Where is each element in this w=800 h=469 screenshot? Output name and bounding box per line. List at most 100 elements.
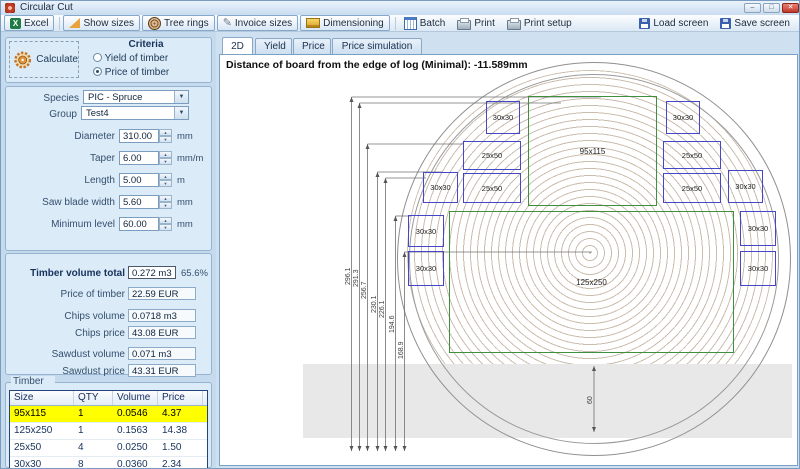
timber-volume-percent: 65.6% bbox=[181, 268, 208, 279]
window-title: Circular Cut bbox=[20, 2, 73, 13]
toolbar-label-tree-rings: Tree rings bbox=[164, 18, 209, 29]
table-row[interactable]: 30x30 8 0.0360 2.34 bbox=[10, 457, 207, 469]
table-row[interactable]: 25x50 4 0.0250 1.50 bbox=[10, 440, 207, 457]
group-dropdown[interactable]: Test4 ▼ bbox=[81, 106, 189, 120]
close-button[interactable]: ✕ bbox=[782, 3, 799, 13]
minimize-button[interactable]: – bbox=[744, 3, 761, 13]
taper-stepper[interactable]: ▲▼ bbox=[159, 151, 172, 165]
table-row[interactable]: 95x115 1 0.0546 4.37 bbox=[10, 406, 207, 423]
chips-volume-value: 0.0718 m3 bbox=[128, 309, 196, 322]
sawdust-volume-value: 0.071 m3 bbox=[128, 347, 196, 360]
pencil-icon: ✎ bbox=[223, 18, 232, 29]
board-30x30: 30x30 bbox=[740, 211, 776, 246]
toolbar-button-excel[interactable]: X Excel bbox=[4, 15, 54, 31]
saw-blade-width-stepper[interactable]: ▲▼ bbox=[159, 195, 172, 209]
radio-icon bbox=[93, 53, 102, 62]
diameter-stepper[interactable]: ▲▼ bbox=[159, 129, 172, 143]
chips-volume-label: Chips volume bbox=[1, 311, 125, 322]
timber-volume-total-value: 0.272 m3 bbox=[128, 266, 176, 279]
toolbar-button-tree-rings[interactable]: Tree rings bbox=[142, 15, 215, 31]
toolbar-label-show-sizes: Show sizes bbox=[83, 18, 134, 29]
floppy-disk-icon bbox=[720, 18, 731, 29]
toolbar-label-batch: Batch bbox=[420, 18, 446, 29]
board-30x30: 30x30 bbox=[408, 215, 444, 247]
diameter-unit: mm bbox=[177, 131, 193, 142]
price-of-timber-label: Price of timber bbox=[1, 289, 125, 300]
board-25x50: 25x50 bbox=[663, 141, 721, 169]
chips-price-label: Chips price bbox=[1, 328, 125, 339]
sawdust-volume-label: Sawdust volume bbox=[1, 349, 125, 360]
chips-price-value: 43.08 EUR bbox=[128, 326, 196, 339]
length-field[interactable]: 5.00 bbox=[119, 173, 159, 187]
board-25x50: 25x50 bbox=[463, 141, 521, 170]
radio-price-of-timber[interactable]: Price of timber bbox=[93, 67, 169, 78]
taper-field[interactable]: 6.00 bbox=[119, 151, 159, 165]
tree-rings-icon bbox=[148, 17, 161, 30]
criteria-title: Criteria bbox=[96, 39, 196, 50]
toolbar-button-invoice-sizes[interactable]: ✎ Invoice sizes bbox=[217, 15, 298, 31]
saw-blade-width-label: Saw blade width bbox=[1, 197, 115, 208]
save-screen-button[interactable]: Save screen bbox=[715, 16, 795, 30]
toolbar-button-batch[interactable]: Batch bbox=[399, 16, 451, 30]
calculate-button[interactable]: Calculate bbox=[9, 41, 79, 78]
app-icon bbox=[5, 3, 15, 13]
toolbar-button-print[interactable]: Print bbox=[452, 16, 500, 30]
toolbar-label-dimensioning: Dimensioning bbox=[323, 18, 384, 29]
minimum-level-field[interactable]: 60.00 bbox=[119, 217, 159, 231]
price-of-timber-value: 22.59 EUR bbox=[128, 287, 196, 300]
board-25x50: 25x50 bbox=[663, 173, 721, 203]
tab-price-simulation[interactable]: Price simulation bbox=[332, 38, 422, 54]
col-volume: Volume bbox=[113, 391, 158, 405]
taper-unit: mm/m bbox=[177, 153, 203, 164]
board-30x30: 30x30 bbox=[666, 101, 700, 134]
minimum-level-stepper[interactable]: ▲▼ bbox=[159, 217, 172, 231]
cant-label: 125x250 bbox=[576, 278, 607, 287]
toolbar-button-print-setup[interactable]: Print setup bbox=[502, 16, 577, 30]
board-30x30: 30x30 bbox=[740, 251, 776, 286]
cant-95x115: 95x115 bbox=[528, 96, 657, 206]
col-price: Price bbox=[158, 391, 203, 405]
title-bar: Circular Cut – □ ✕ bbox=[1, 1, 800, 16]
printer-icon bbox=[457, 20, 471, 30]
toolbar-button-show-sizes[interactable]: Show sizes bbox=[63, 15, 140, 31]
tab-2d[interactable]: 2D bbox=[222, 37, 253, 55]
radio-yield-of-timber[interactable]: Yield of timber bbox=[93, 53, 168, 64]
load-screen-label: Load screen bbox=[653, 18, 708, 29]
minimum-level-label: Minimum level bbox=[1, 219, 115, 230]
toolbar-label-invoice-sizes: Invoice sizes bbox=[235, 18, 292, 29]
species-dropdown[interactable]: PIC - Spruce ▼ bbox=[83, 90, 189, 104]
length-unit: m bbox=[177, 175, 185, 186]
saw-blade-width-field[interactable]: 5.60 bbox=[119, 195, 159, 209]
toolbar: X Excel Show sizes Tree rings ✎ Invoice … bbox=[1, 15, 800, 32]
diameter-field[interactable]: 310.00 bbox=[119, 129, 159, 143]
toolbar-separator bbox=[59, 17, 60, 30]
chevron-down-icon: ▼ bbox=[174, 91, 188, 103]
tab-bar: 2D Yield Price Price simulation bbox=[219, 37, 798, 54]
board-25x50: 25x50 bbox=[463, 173, 521, 203]
length-stepper[interactable]: ▲▼ bbox=[159, 173, 172, 187]
tab-yield[interactable]: Yield bbox=[255, 38, 292, 54]
sawdust-price-value: 43.31 EUR bbox=[128, 364, 196, 377]
col-qty: QTY bbox=[74, 391, 113, 405]
species-label: Species bbox=[1, 93, 79, 104]
minimum-level-unit: mm bbox=[177, 219, 193, 230]
load-screen-button[interactable]: Load screen bbox=[634, 16, 713, 30]
calculate-label: Calculate bbox=[36, 54, 78, 65]
saw-blade-icon bbox=[13, 48, 32, 72]
save-screen-label: Save screen bbox=[734, 18, 790, 29]
timber-volume-total-label: Timber volume total bbox=[1, 268, 125, 279]
maximize-button[interactable]: □ bbox=[763, 3, 780, 13]
board-30x30: 30x30 bbox=[423, 172, 458, 203]
toolbar-label-excel: Excel bbox=[24, 18, 48, 29]
caliper-icon bbox=[306, 18, 320, 28]
species-value: PIC - Spruce bbox=[88, 92, 142, 103]
tab-price[interactable]: Price bbox=[293, 38, 331, 54]
toolbar-separator bbox=[395, 17, 396, 30]
group-value: Test4 bbox=[86, 108, 109, 119]
radio-icon-checked bbox=[93, 67, 102, 76]
group-label: Group bbox=[1, 109, 77, 120]
table-row[interactable]: 125x250 1 0.1563 14.38 bbox=[10, 423, 207, 440]
cant-125x250: 125x250 bbox=[449, 211, 734, 353]
application-window: Circular Cut – □ ✕ X Excel Show sizes Tr… bbox=[0, 0, 800, 469]
toolbar-button-dimensioning[interactable]: Dimensioning bbox=[300, 15, 390, 31]
